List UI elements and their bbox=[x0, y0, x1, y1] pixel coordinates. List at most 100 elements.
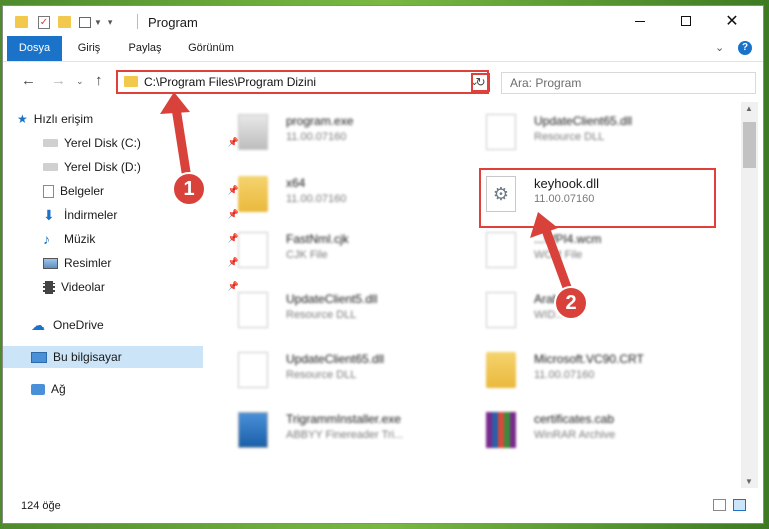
generic-file-icon bbox=[486, 232, 516, 268]
sidebar-item-disk-c[interactable]: Yerel Disk (C:) 📌 bbox=[3, 132, 243, 154]
minimize-button[interactable] bbox=[617, 6, 663, 36]
archive-icon bbox=[486, 412, 516, 448]
cloud-icon: ☁ bbox=[31, 316, 45, 333]
properties-icon[interactable]: ✓ bbox=[38, 15, 50, 29]
title-separator bbox=[137, 14, 138, 29]
file-detail: ABBYY Finereader Tri... bbox=[286, 429, 404, 441]
tab-dosya[interactable]: Dosya bbox=[7, 36, 62, 61]
list-item[interactable]: FastNml.cjk CJK File bbox=[218, 226, 448, 274]
up-button[interactable]: ↑ bbox=[95, 72, 103, 89]
sidebar-item-this-pc[interactable]: Bu bilgisayar bbox=[3, 346, 203, 368]
file-name: certificates.cab bbox=[534, 412, 615, 426]
file-detail: CJK File bbox=[286, 249, 328, 261]
vertical-scrollbar[interactable]: ▲ ▼ bbox=[741, 102, 758, 488]
sidebar-item-label: İndirmeler bbox=[64, 208, 118, 222]
list-item[interactable]: UpdateClient5.dll Resource DLL bbox=[218, 286, 448, 334]
sidebar-item-label: Bu bilgisayar bbox=[53, 350, 122, 364]
list-item[interactable]: UpdateClient65.dll Resource DLL bbox=[218, 346, 448, 394]
file-name: TrigrammInstaller.exe bbox=[286, 412, 401, 426]
sidebar-item-downloads[interactable]: ⬇ İndirmeler 📌 bbox=[3, 204, 243, 226]
navigation-pane: ★ Hızlı erişim Yerel Disk (C:) 📌 Yerel D… bbox=[3, 102, 239, 488]
network-icon bbox=[31, 383, 45, 395]
music-icon: ♪ bbox=[43, 231, 50, 247]
scrollbar-thumb[interactable] bbox=[743, 122, 756, 168]
help-icon[interactable]: ? bbox=[738, 41, 752, 55]
file-name: program.exe bbox=[286, 114, 354, 128]
sidebar-item-label: Hızlı erişim bbox=[33, 112, 94, 126]
list-item[interactable]: ...WPI4.wcm WCM File bbox=[466, 226, 696, 274]
sidebar-item-label: Videolar bbox=[61, 280, 105, 294]
sidebar-item-quick-access[interactable]: ★ Hızlı erişim bbox=[3, 108, 217, 130]
drive-icon bbox=[43, 139, 58, 147]
tab-giris[interactable]: Giriş bbox=[69, 36, 109, 61]
sidebar-item-label: Müzik bbox=[64, 232, 96, 246]
sidebar-item-documents[interactable]: Belgeler 📌 bbox=[3, 180, 243, 202]
file-detail: Resource DLL bbox=[286, 309, 357, 321]
list-item[interactable]: TrigrammInstaller.exe ABBYY Finereader T… bbox=[218, 406, 448, 454]
computer-icon bbox=[31, 351, 47, 363]
file-detail: WinRAR Archive bbox=[534, 429, 616, 441]
generic-file-icon bbox=[238, 232, 268, 268]
window-title: Program bbox=[148, 15, 198, 30]
file-detail: WCM File bbox=[534, 249, 583, 261]
status-bar: 124 öğe bbox=[3, 490, 763, 523]
star-icon: ★ bbox=[17, 112, 28, 126]
new-folder-icon[interactable] bbox=[58, 16, 71, 28]
address-bar[interactable]: C:\Program Files\Program Dizini ⌄ bbox=[116, 70, 489, 94]
pictures-icon bbox=[43, 257, 58, 269]
back-button[interactable]: ← bbox=[21, 72, 36, 89]
file-name: FastNml.cjk bbox=[286, 232, 349, 246]
annotation-badge-1: 1 bbox=[172, 172, 206, 206]
sidebar-item-onedrive[interactable]: ☁ OneDrive bbox=[3, 314, 231, 336]
title-bar: ✓ ▼ ▾ Program ✕ bbox=[3, 6, 763, 36]
file-name: UpdateClient65.dll bbox=[286, 352, 385, 366]
sidebar-item-network[interactable]: Ağ bbox=[3, 378, 231, 400]
keyhook-highlight-box bbox=[479, 168, 716, 228]
list-item[interactable]: Microsoft.VC90.CRT 11.00.07160 bbox=[466, 346, 696, 394]
list-item[interactable]: x64 11.00.07160 bbox=[218, 170, 448, 218]
sidebar-item-disk-d[interactable]: Yerel Disk (D:) bbox=[3, 156, 243, 178]
sidebar-item-label: Yerel Disk (D:) bbox=[64, 160, 141, 174]
sidebar-item-label: OneDrive bbox=[53, 318, 104, 332]
sidebar-item-videos[interactable]: Videolar 📌 bbox=[3, 276, 243, 298]
list-item[interactable]: UpdateClient65.dll Resource DLL bbox=[466, 108, 696, 156]
list-item[interactable]: certificates.cab WinRAR Archive bbox=[466, 406, 696, 454]
quick-access-toolbar: ✓ ▼ ▾ bbox=[15, 14, 112, 30]
view-icon[interactable] bbox=[79, 16, 91, 28]
details-view-icon[interactable] bbox=[713, 499, 726, 511]
recent-locations-icon[interactable]: ⌄ bbox=[76, 76, 84, 87]
search-input[interactable]: Ara: Program bbox=[501, 72, 756, 94]
file-name: x64 bbox=[286, 176, 306, 190]
customize-icon[interactable]: ▾ bbox=[108, 17, 113, 28]
chevron-up-icon[interactable]: ▲ bbox=[745, 104, 753, 113]
file-detail: 11.00.07160 bbox=[286, 193, 347, 205]
chevron-down-icon[interactable]: ▼ bbox=[94, 18, 102, 27]
sidebar-item-pictures[interactable]: Resimler 📌 bbox=[3, 252, 243, 274]
maximize-button[interactable] bbox=[663, 6, 709, 36]
forward-button[interactable]: → bbox=[51, 72, 66, 89]
sidebar-item-label: Ağ bbox=[51, 382, 66, 396]
chevron-down-icon[interactable]: ⌄ bbox=[715, 41, 724, 54]
folder-icon bbox=[486, 352, 516, 388]
explorer-window: ✓ ▼ ▾ Program ✕ Dosya Giriş Paylaş Görün… bbox=[3, 6, 763, 523]
refresh-button[interactable]: ↻ bbox=[471, 73, 490, 92]
ribbon: Dosya Giriş Paylaş Görünüm ⌄ ? bbox=[3, 36, 763, 62]
tab-paylas[interactable]: Paylaş bbox=[123, 36, 167, 61]
large-icons-view-icon[interactable] bbox=[733, 499, 746, 511]
generic-file-icon bbox=[486, 292, 516, 328]
file-detail: 11.00.07160 bbox=[286, 131, 347, 143]
documents-icon bbox=[43, 184, 54, 198]
minimize-icon bbox=[635, 20, 645, 22]
drive-icon bbox=[43, 163, 58, 171]
exe-file-icon bbox=[238, 114, 268, 150]
folder-icon[interactable] bbox=[15, 16, 28, 28]
list-item[interactable]: program.exe 11.00.07160 bbox=[218, 108, 448, 156]
chevron-down-icon[interactable]: ▼ bbox=[745, 477, 753, 486]
close-button[interactable]: ✕ bbox=[709, 6, 755, 36]
search-placeholder: Ara: Program bbox=[510, 76, 582, 90]
sidebar-item-music[interactable]: ♪ Müzik 📌 bbox=[3, 228, 243, 250]
close-icon: ✕ bbox=[725, 13, 739, 30]
file-detail: Resource DLL bbox=[534, 131, 605, 143]
tab-gorunum[interactable]: Görünüm bbox=[181, 36, 241, 61]
file-name: Microsoft.VC90.CRT bbox=[534, 352, 644, 366]
